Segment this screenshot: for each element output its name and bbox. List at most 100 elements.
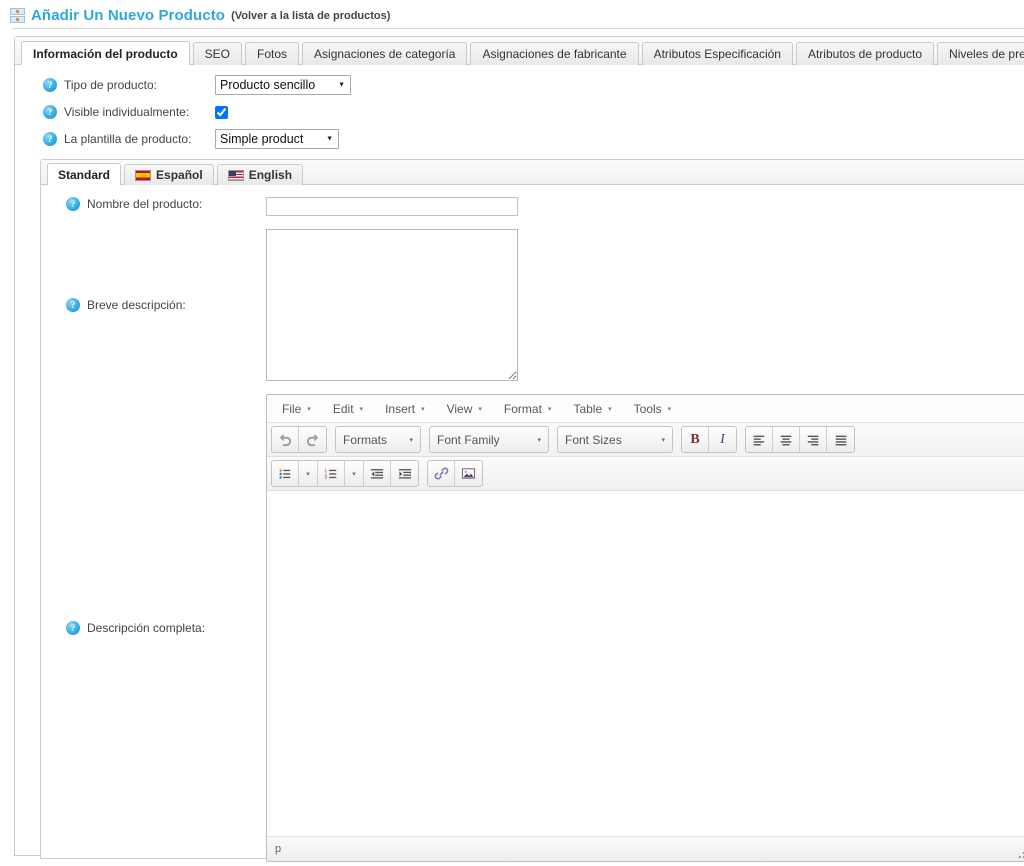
label-visible-individually: ? Visible individualmente: <box>15 105 215 119</box>
align-left-icon[interactable] <box>746 427 773 452</box>
image-icon[interactable] <box>455 461 482 486</box>
insert-group <box>427 460 483 487</box>
label-text: Descripción completa: <box>87 621 206 635</box>
product-info-body: ? Tipo de producto: Producto sencillo ? … <box>15 65 1024 862</box>
help-icon[interactable]: ? <box>66 298 80 312</box>
product-type-select[interactable]: Producto sencillo <box>215 75 351 95</box>
lang-tab-label: Español <box>156 167 203 182</box>
menu-label: Table <box>573 401 603 416</box>
redo-icon[interactable] <box>299 427 326 452</box>
align-right-icon[interactable] <box>800 427 827 452</box>
alignment-group <box>745 426 855 453</box>
product-type-select-wrap: Producto sencillo <box>215 75 351 95</box>
chevron-down-icon: ▾ <box>359 405 364 413</box>
chevron-down-icon: ▾ <box>667 405 672 413</box>
chevron-down-icon: ▾ <box>547 405 552 413</box>
flag-spain-icon <box>135 169 152 181</box>
menu-label: Format <box>503 401 542 416</box>
help-icon[interactable]: ? <box>43 105 57 119</box>
chevron-down-icon: ▾ <box>537 436 541 444</box>
formats-group: Formats ▾ <box>335 426 421 453</box>
menu-table[interactable]: Table ▾ <box>562 398 622 420</box>
menu-file[interactable]: File ▾ <box>271 398 322 420</box>
list-indent-group: ▾ 123 ▾ <box>271 460 419 487</box>
chevron-down-icon: ▾ <box>661 436 665 444</box>
lang-tab-english[interactable]: English <box>216 164 304 185</box>
element-path[interactable]: p <box>275 843 281 855</box>
link-icon[interactable] <box>428 461 455 486</box>
label-product-name: ? Nombre del producto: <box>41 197 266 211</box>
tab-asignaciones-de-fabricante[interactable]: Asignaciones de fabricante <box>470 42 639 65</box>
rich-text-editor: File ▾ Edit ▾ Insert ▾ View ▾ Format ▾ T… <box>266 394 1024 862</box>
label-short-description: ? Breve descripción: <box>41 298 266 312</box>
short-description-textarea[interactable] <box>266 229 518 381</box>
lang-tab-label: English <box>248 167 293 182</box>
localization-body: ? Nombre del producto: ? Breve descripci… <box>41 185 1024 862</box>
numbered-list-chevron-down-icon[interactable]: ▾ <box>345 461 364 486</box>
header-divider <box>12 28 1024 29</box>
numbered-list-icon[interactable]: 123 <box>318 461 345 486</box>
product-info-panel: Información del producto SEO Fotos Asign… <box>14 36 1024 862</box>
help-icon[interactable]: ? <box>43 132 57 146</box>
back-to-product-list-link[interactable]: (Volver a la lista de productos) <box>231 10 390 22</box>
help-icon[interactable]: ? <box>66 197 80 211</box>
bold-button[interactable]: B <box>682 427 709 452</box>
lang-tab-espanol[interactable]: Español <box>124 164 214 185</box>
editor-menubar: File ▾ Edit ▾ Insert ▾ View ▾ Format ▾ T… <box>267 395 1024 423</box>
editor-content-area[interactable] <box>267 491 1024 837</box>
product-template-select-wrap: Simple product <box>215 129 339 149</box>
field-row-visible-individually: ? Visible individualmente: <box>15 102 1024 122</box>
text-style-group: B I <box>681 426 737 453</box>
menu-label: Tools <box>633 401 662 416</box>
help-icon[interactable]: ? <box>43 78 57 92</box>
history-group <box>271 426 327 453</box>
font-sizes-listbox[interactable]: Font Sizes ▾ <box>558 427 672 452</box>
label-text: Nombre del producto: <box>87 197 203 211</box>
menu-label: Insert <box>385 401 416 416</box>
tab-informacion-del-producto[interactable]: Información del producto <box>21 41 190 65</box>
field-row-product-template: ? La plantilla de producto: Simple produ… <box>15 129 1024 149</box>
italic-button[interactable]: I <box>709 427 736 452</box>
help-icon[interactable]: ? <box>66 621 80 635</box>
tab-atributos-de-producto[interactable]: Atributos de producto <box>795 42 935 65</box>
menu-insert[interactable]: Insert ▾ <box>374 398 436 420</box>
label-text: Tipo de producto: <box>64 78 157 92</box>
label-product-template: ? La plantilla de producto: <box>15 132 215 146</box>
font-sizes-group: Font Sizes ▾ <box>557 426 673 453</box>
tab-asignaciones-de-categoria[interactable]: Asignaciones de categoría <box>302 42 468 65</box>
menu-view[interactable]: View ▾ <box>436 398 493 420</box>
tab-niveles-de-precio[interactable]: Niveles de precio <box>937 42 1024 65</box>
tab-fotos[interactable]: Fotos <box>245 42 300 65</box>
main-tab-bar: Información del producto SEO Fotos Asign… <box>15 37 1024 65</box>
product-name-input[interactable] <box>266 197 518 216</box>
menu-edit[interactable]: Edit ▾ <box>322 398 374 420</box>
chevron-down-icon: ▾ <box>307 405 311 413</box>
editor-resize-handle[interactable] <box>1018 847 1024 859</box>
chevron-down-icon: ▾ <box>608 405 612 413</box>
menu-label: Edit <box>332 401 354 416</box>
undo-icon[interactable] <box>272 427 299 452</box>
bullet-list-chevron-down-icon[interactable]: ▾ <box>299 461 318 486</box>
bullet-list-icon[interactable] <box>272 461 299 486</box>
menu-format[interactable]: Format ▾ <box>493 398 563 420</box>
menu-tools[interactable]: Tools ▾ <box>623 398 683 420</box>
chevron-down-icon: ▾ <box>421 405 425 413</box>
align-justify-icon[interactable] <box>827 427 854 452</box>
lang-tab-standard[interactable]: Standard <box>47 163 122 185</box>
tab-atributos-especificacion[interactable]: Atributos Especificación <box>641 42 793 65</box>
tab-seo[interactable]: SEO <box>192 42 243 65</box>
outdent-icon[interactable] <box>364 461 391 486</box>
formats-listbox[interactable]: Formats ▾ <box>336 427 420 452</box>
chevron-down-icon: ▾ <box>478 405 482 413</box>
product-template-select[interactable]: Simple product <box>215 129 339 149</box>
label-product-type: ? Tipo de producto: <box>15 78 215 92</box>
visible-individually-checkbox[interactable] <box>215 105 228 119</box>
svg-text:3: 3 <box>325 475 328 480</box>
label-full-description: ? Descripción completa: <box>41 621 266 635</box>
page-header: Añadir Un Nuevo Producto (Volver a la li… <box>0 0 1024 24</box>
align-center-icon[interactable] <box>773 427 800 452</box>
editor-toolbar-row-2: ▾ 123 ▾ <box>267 457 1024 491</box>
indent-icon[interactable] <box>391 461 418 486</box>
font-family-listbox[interactable]: Font Family ▾ <box>430 427 548 452</box>
field-row-full-description: ? Descripción completa: File ▾ Edit ▾ In… <box>41 394 1024 862</box>
